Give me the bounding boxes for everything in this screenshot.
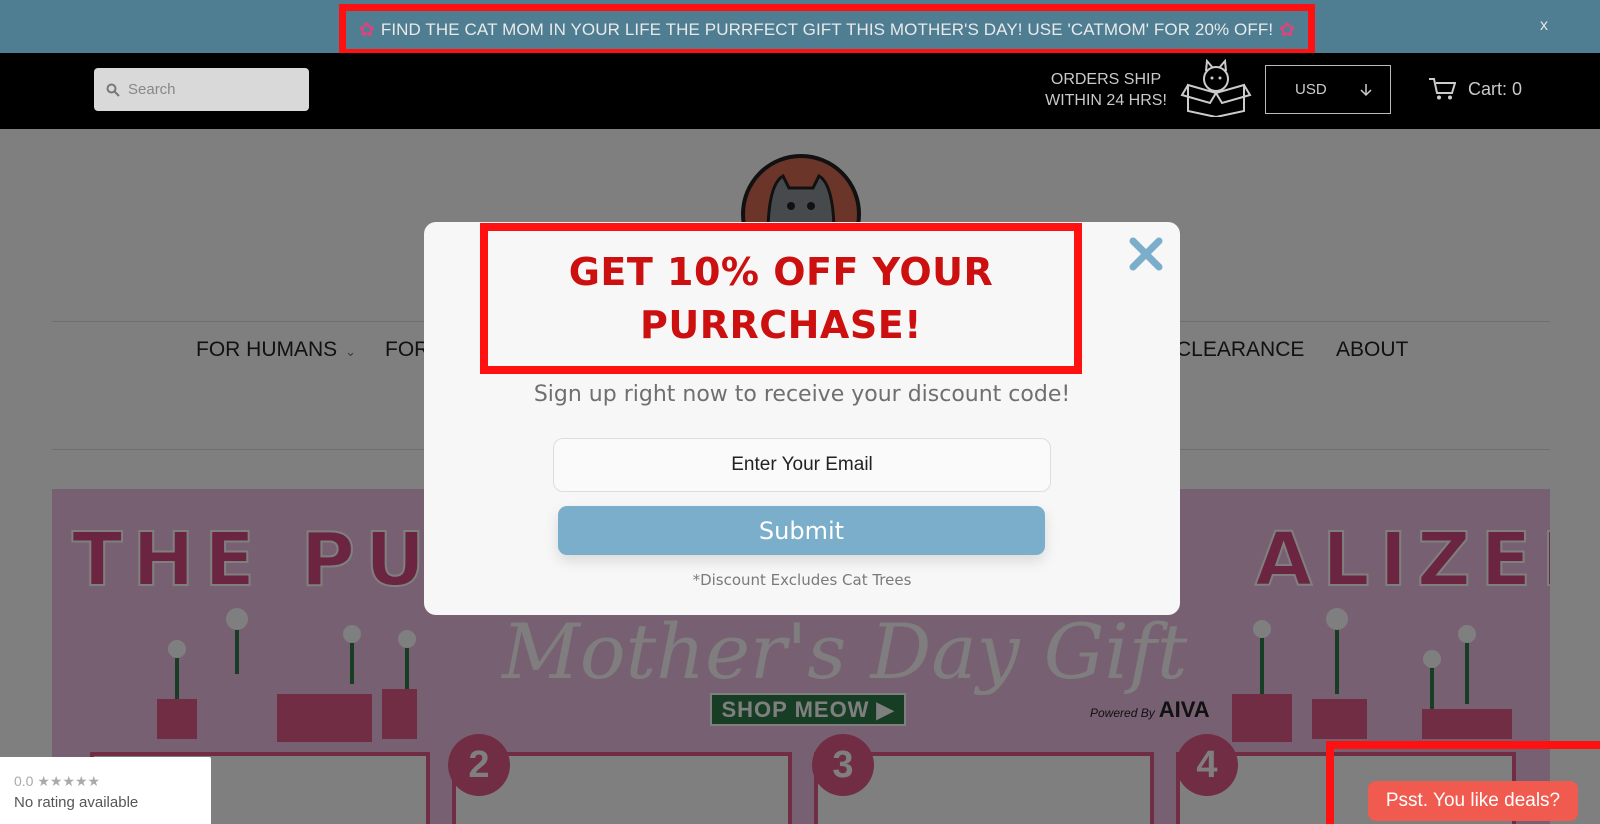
shipping-line-1: ORDERS SHIP (1050, 71, 1162, 88)
headline-line-2: PURRCHASE! (640, 302, 922, 347)
shipping-notice: ORDERS SHIP WITHIN 24 HRS! (1040, 69, 1172, 111)
rating-status: No rating available (14, 794, 139, 811)
cart-link[interactable]: Cart: 0 (1428, 77, 1522, 101)
search-input[interactable] (128, 81, 298, 98)
currency-value: USD (1295, 81, 1327, 98)
arrow-down-icon (1360, 83, 1372, 96)
close-icon[interactable] (1128, 236, 1164, 272)
headline-highlight: GET 10% OFF YOUR PURRCHASE! (480, 223, 1082, 374)
email-field[interactable] (553, 438, 1051, 492)
announcement-highlight: ✿ FIND THE CAT MOM IN YOUR LIFE THE PURR… (339, 4, 1315, 56)
cart-icon (1429, 78, 1456, 100)
announcement-bar: ✿ FIND THE CAT MOM IN YOUR LIFE THE PURR… (0, 0, 1600, 56)
rating-widget[interactable]: 0.0 ★★★★★ No rating available (0, 757, 211, 824)
cat-in-box-icon (1180, 59, 1252, 117)
search-icon (106, 83, 120, 97)
announcement-close-button[interactable]: x (1540, 17, 1548, 35)
site-header: ORDERS SHIP WITHIN 24 HRS! USD Cart: 0 (0, 53, 1600, 129)
popup-headline: GET 10% OFF YOUR PURRCHASE! (569, 246, 994, 352)
flower-icon: ✿ (1279, 19, 1296, 41)
search-bar[interactable] (94, 68, 309, 111)
flower-icon: ✿ (358, 19, 375, 41)
currency-select[interactable]: USD (1265, 65, 1391, 114)
deals-chat-button[interactable]: Psst. You like deals? (1368, 781, 1578, 821)
discount-popup: GET 10% OFF YOUR PURRCHASE! Sign up righ… (424, 222, 1180, 615)
announcement-text: FIND THE CAT MOM IN YOUR LIFE THE PURRFE… (380, 20, 1274, 39)
headline-line-1: GET 10% OFF YOUR (568, 249, 994, 294)
cart-label: Cart: 0 (1468, 78, 1523, 99)
popup-disclaimer: *Discount Excludes Cat Trees (692, 571, 912, 589)
shipping-line-2: WITHIN 24 HRS! (1045, 92, 1167, 109)
rating-score: 0.0 ★★★★★ (14, 773, 101, 789)
popup-subtext: Sign up right now to receive your discou… (533, 382, 1071, 407)
submit-button[interactable]: Submit (558, 506, 1045, 555)
